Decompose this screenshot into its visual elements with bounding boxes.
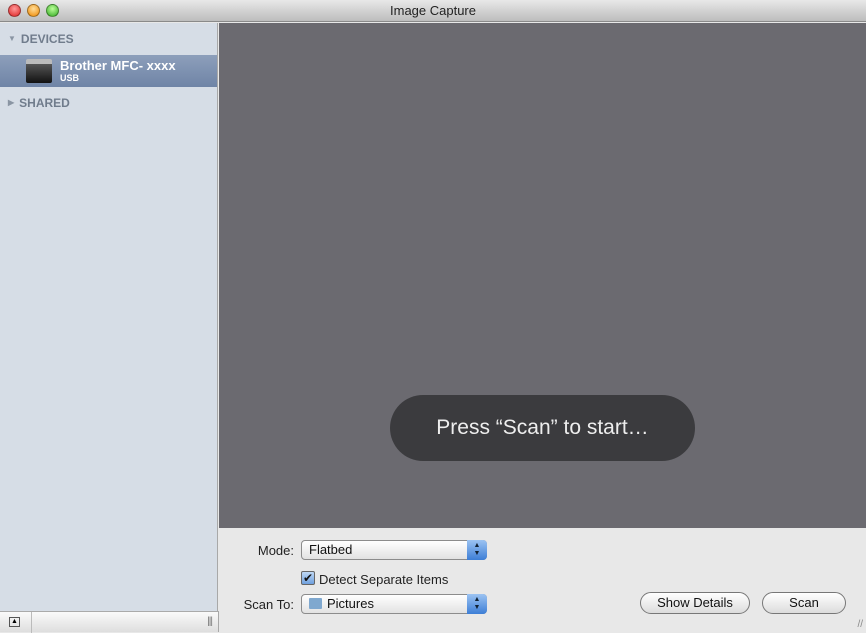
device-connection: USB — [60, 73, 80, 83]
group-shared[interactable]: ▶ SHARED — [0, 87, 217, 119]
scan-button[interactable]: Scan — [762, 592, 846, 614]
divider — [31, 612, 32, 633]
eject-icon[interactable]: ▲ — [9, 617, 20, 627]
disclosure-right-icon[interactable]: ▶ — [8, 87, 14, 119]
mode-label: Mode: — [257, 543, 294, 558]
printer-icon — [26, 59, 52, 83]
scan-preview-area: Press “Scan” to start… — [219, 23, 866, 528]
group-label: SHARED — [19, 96, 70, 110]
updown-arrows-icon: ▲ ▼ — [467, 594, 487, 614]
scan-options-panel: Mode: Flatbed ▲ ▼ ✔ Detect Separate Items… — [219, 528, 866, 632]
mode-select[interactable]: Flatbed ▲ ▼ — [301, 540, 487, 560]
device-name: Brother MFC- xxxx — [60, 58, 176, 73]
sidebar: ▼ DEVICES Brother MFC- xxxx USB ▶ SHARED — [0, 23, 218, 611]
window-title: Image Capture — [390, 3, 476, 18]
title-bar: Image Capture — [0, 0, 866, 22]
scan-to-label: Scan To: — [243, 597, 294, 612]
folder-icon — [309, 598, 322, 609]
sidebar-item-device[interactable]: Brother MFC- xxxx USB — [0, 55, 217, 87]
split-handle-icon[interactable]: ||| — [207, 616, 213, 627]
scan-to-value: Pictures — [327, 596, 374, 611]
zoom-button[interactable] — [46, 4, 59, 17]
updown-arrows-icon: ▲ ▼ — [467, 540, 487, 560]
scan-to-select[interactable]: Pictures ▲ ▼ — [301, 594, 487, 614]
group-label: DEVICES — [20, 32, 74, 46]
group-devices[interactable]: ▼ DEVICES — [0, 23, 217, 55]
detect-separate-items-label[interactable]: Detect Separate Items — [319, 572, 448, 587]
sidebar-footer: ▲ ||| — [0, 611, 219, 633]
hud-message: Press “Scan” to start… — [390, 395, 695, 461]
minimize-button[interactable] — [27, 4, 40, 17]
resize-grip-icon[interactable]: // — [857, 619, 863, 630]
window-controls — [8, 4, 59, 17]
close-button[interactable] — [8, 4, 21, 17]
disclosure-down-icon[interactable]: ▼ — [8, 23, 16, 55]
show-details-button[interactable]: Show Details — [640, 592, 750, 614]
mode-value: Flatbed — [309, 542, 353, 557]
checkmark-icon: ✔ — [302, 571, 314, 585]
detect-separate-items-checkbox[interactable]: ✔ — [301, 571, 315, 585]
